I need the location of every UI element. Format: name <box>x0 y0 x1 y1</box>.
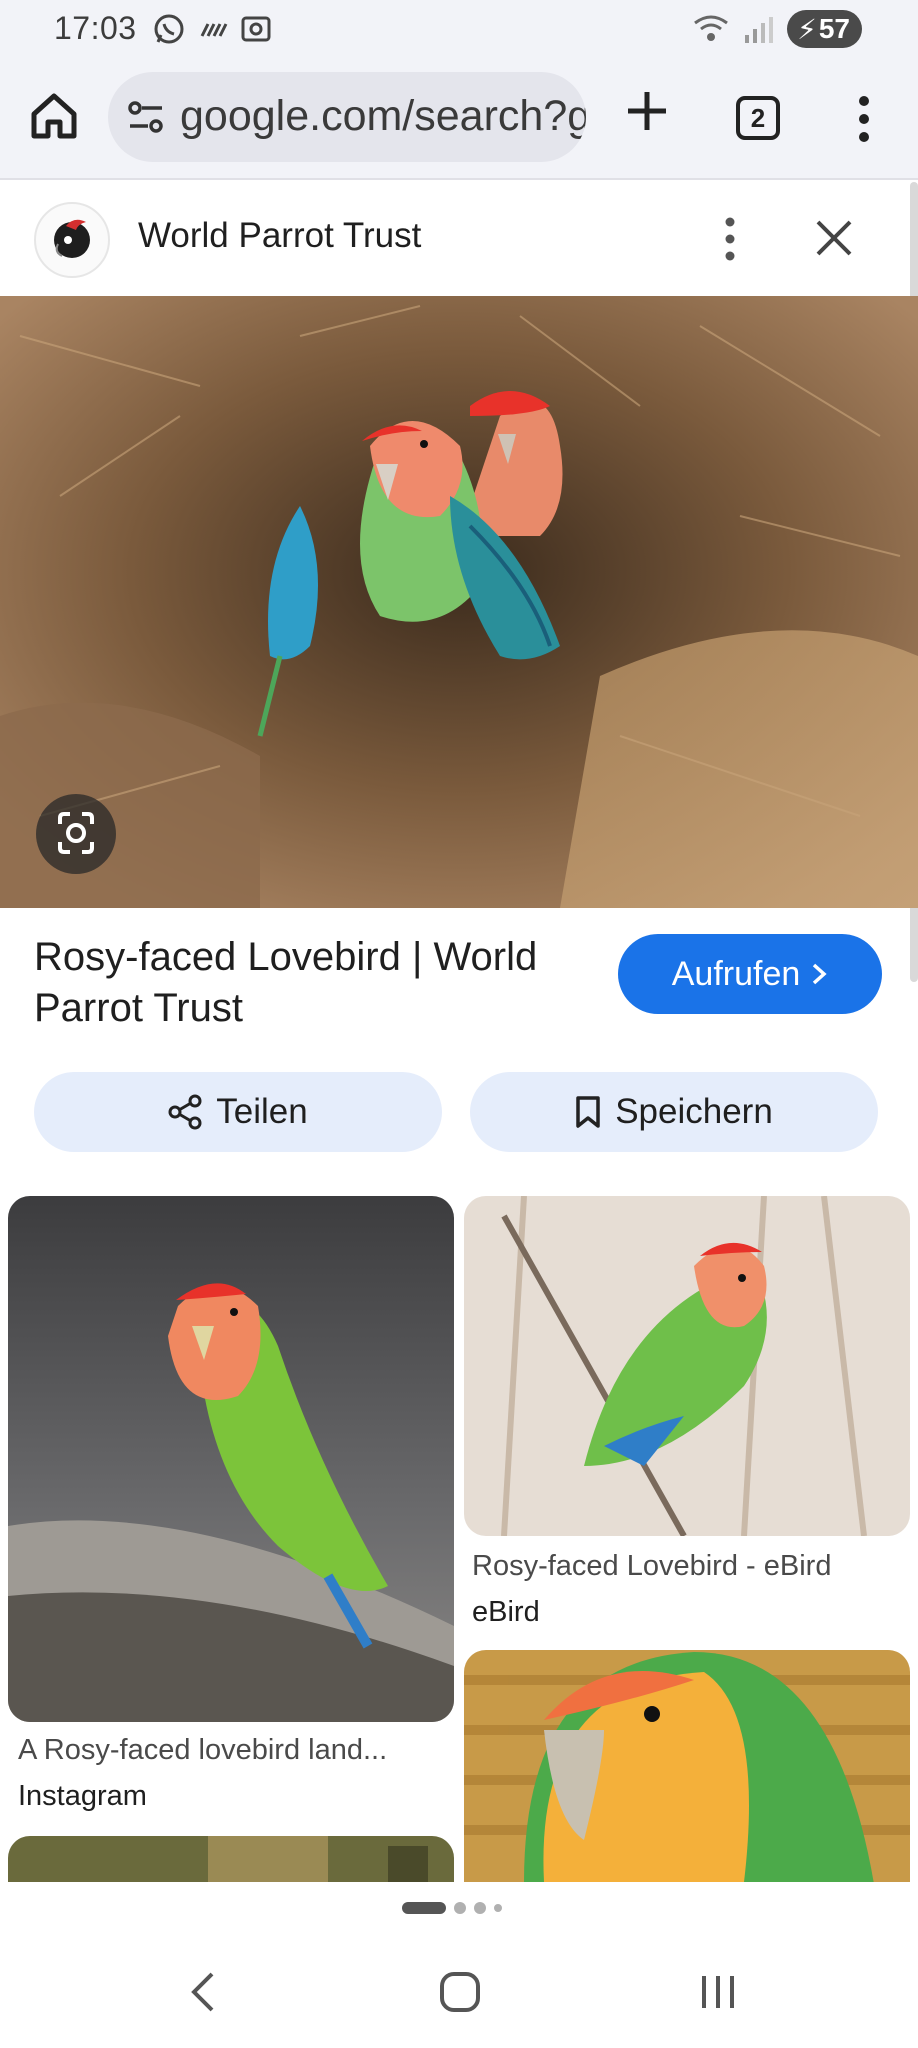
page-dot <box>454 1902 466 1914</box>
more-vert-icon[interactable] <box>854 94 874 144</box>
related-image-card[interactable] <box>464 1196 910 1536</box>
main-result-image[interactable] <box>0 296 918 908</box>
bookmark-icon <box>576 1096 600 1128</box>
page-indicator <box>402 1902 502 1914</box>
whatsapp-icon <box>154 14 184 44</box>
result-title[interactable]: Rosy-faced Lovebird | World Parrot Trust <box>34 932 594 1034</box>
lovebird-closeup-photo <box>464 1650 910 1882</box>
wifi-icon <box>694 15 729 41</box>
address-bar[interactable]: google.com/search?g <box>108 72 586 162</box>
status-time: 17:03 <box>54 10 137 46</box>
close-icon[interactable] <box>812 216 856 260</box>
page-dot <box>494 1904 502 1912</box>
recents-icon[interactable] <box>698 1970 738 2014</box>
lovebird-perched-photo <box>8 1196 454 1722</box>
back-icon[interactable] <box>186 1970 222 2014</box>
lovebird-branch-photo <box>464 1196 910 1536</box>
card-source[interactable]: Instagram <box>18 1780 147 1813</box>
visit-button[interactable]: Aufrufen <box>618 934 882 1014</box>
share-icon <box>168 1094 202 1130</box>
system-nav-bar <box>0 1940 918 2048</box>
battery-level: 57 <box>818 13 850 44</box>
partial-photo <box>8 1836 454 1882</box>
result-panel-header: World Parrot Trust <box>0 182 918 296</box>
card-caption[interactable]: A Rosy-faced lovebird land... <box>18 1734 387 1767</box>
lovebirds-photo <box>0 296 918 908</box>
parrot-logo-icon <box>54 219 90 258</box>
screenshot-icon <box>241 16 271 42</box>
site-logo <box>34 202 110 278</box>
page-dot <box>474 1902 486 1914</box>
related-image-card[interactable] <box>8 1196 454 1722</box>
page-dot-active <box>402 1902 446 1914</box>
chevron-right-icon <box>813 963 827 985</box>
bolt-icon: ⚡ <box>797 13 817 45</box>
battery-indicator: ⚡ 57 <box>787 10 862 48</box>
site-name[interactable]: World Parrot Trust <box>138 216 421 256</box>
notification-icons <box>152 12 272 46</box>
new-tab-icon[interactable] <box>622 86 672 136</box>
related-image-card[interactable] <box>464 1650 910 1882</box>
browser-toolbar: google.com/search?g 2 <box>0 62 918 180</box>
save-label: Speichern <box>615 1092 773 1131</box>
share-button[interactable]: Teilen <box>34 1072 442 1152</box>
home-nav-icon[interactable] <box>438 1970 482 2014</box>
related-image-card[interactable] <box>8 1836 454 1882</box>
tab-switcher-button[interactable]: 2 <box>736 96 780 140</box>
save-button[interactable]: Speichern <box>470 1072 878 1152</box>
status-bar: 17:03 ⚡ 57 <box>0 0 918 62</box>
google-lens-icon <box>58 812 94 854</box>
home-icon[interactable] <box>28 90 80 142</box>
share-label: Teilen <box>216 1092 308 1131</box>
lens-search-button[interactable] <box>36 794 116 874</box>
visit-label: Aufrufen <box>671 954 801 993</box>
card-caption[interactable]: Rosy-faced Lovebird - eBird <box>472 1550 831 1583</box>
panel-more-icon[interactable] <box>718 214 742 264</box>
system-icons: ⚡ 57 <box>693 10 862 48</box>
url-text[interactable]: google.com/search?g <box>180 92 586 141</box>
cell-signal-icon <box>745 17 774 43</box>
site-settings-icon[interactable] <box>126 99 166 135</box>
signal-slash-icon <box>200 23 228 37</box>
card-source[interactable]: eBird <box>472 1596 540 1629</box>
